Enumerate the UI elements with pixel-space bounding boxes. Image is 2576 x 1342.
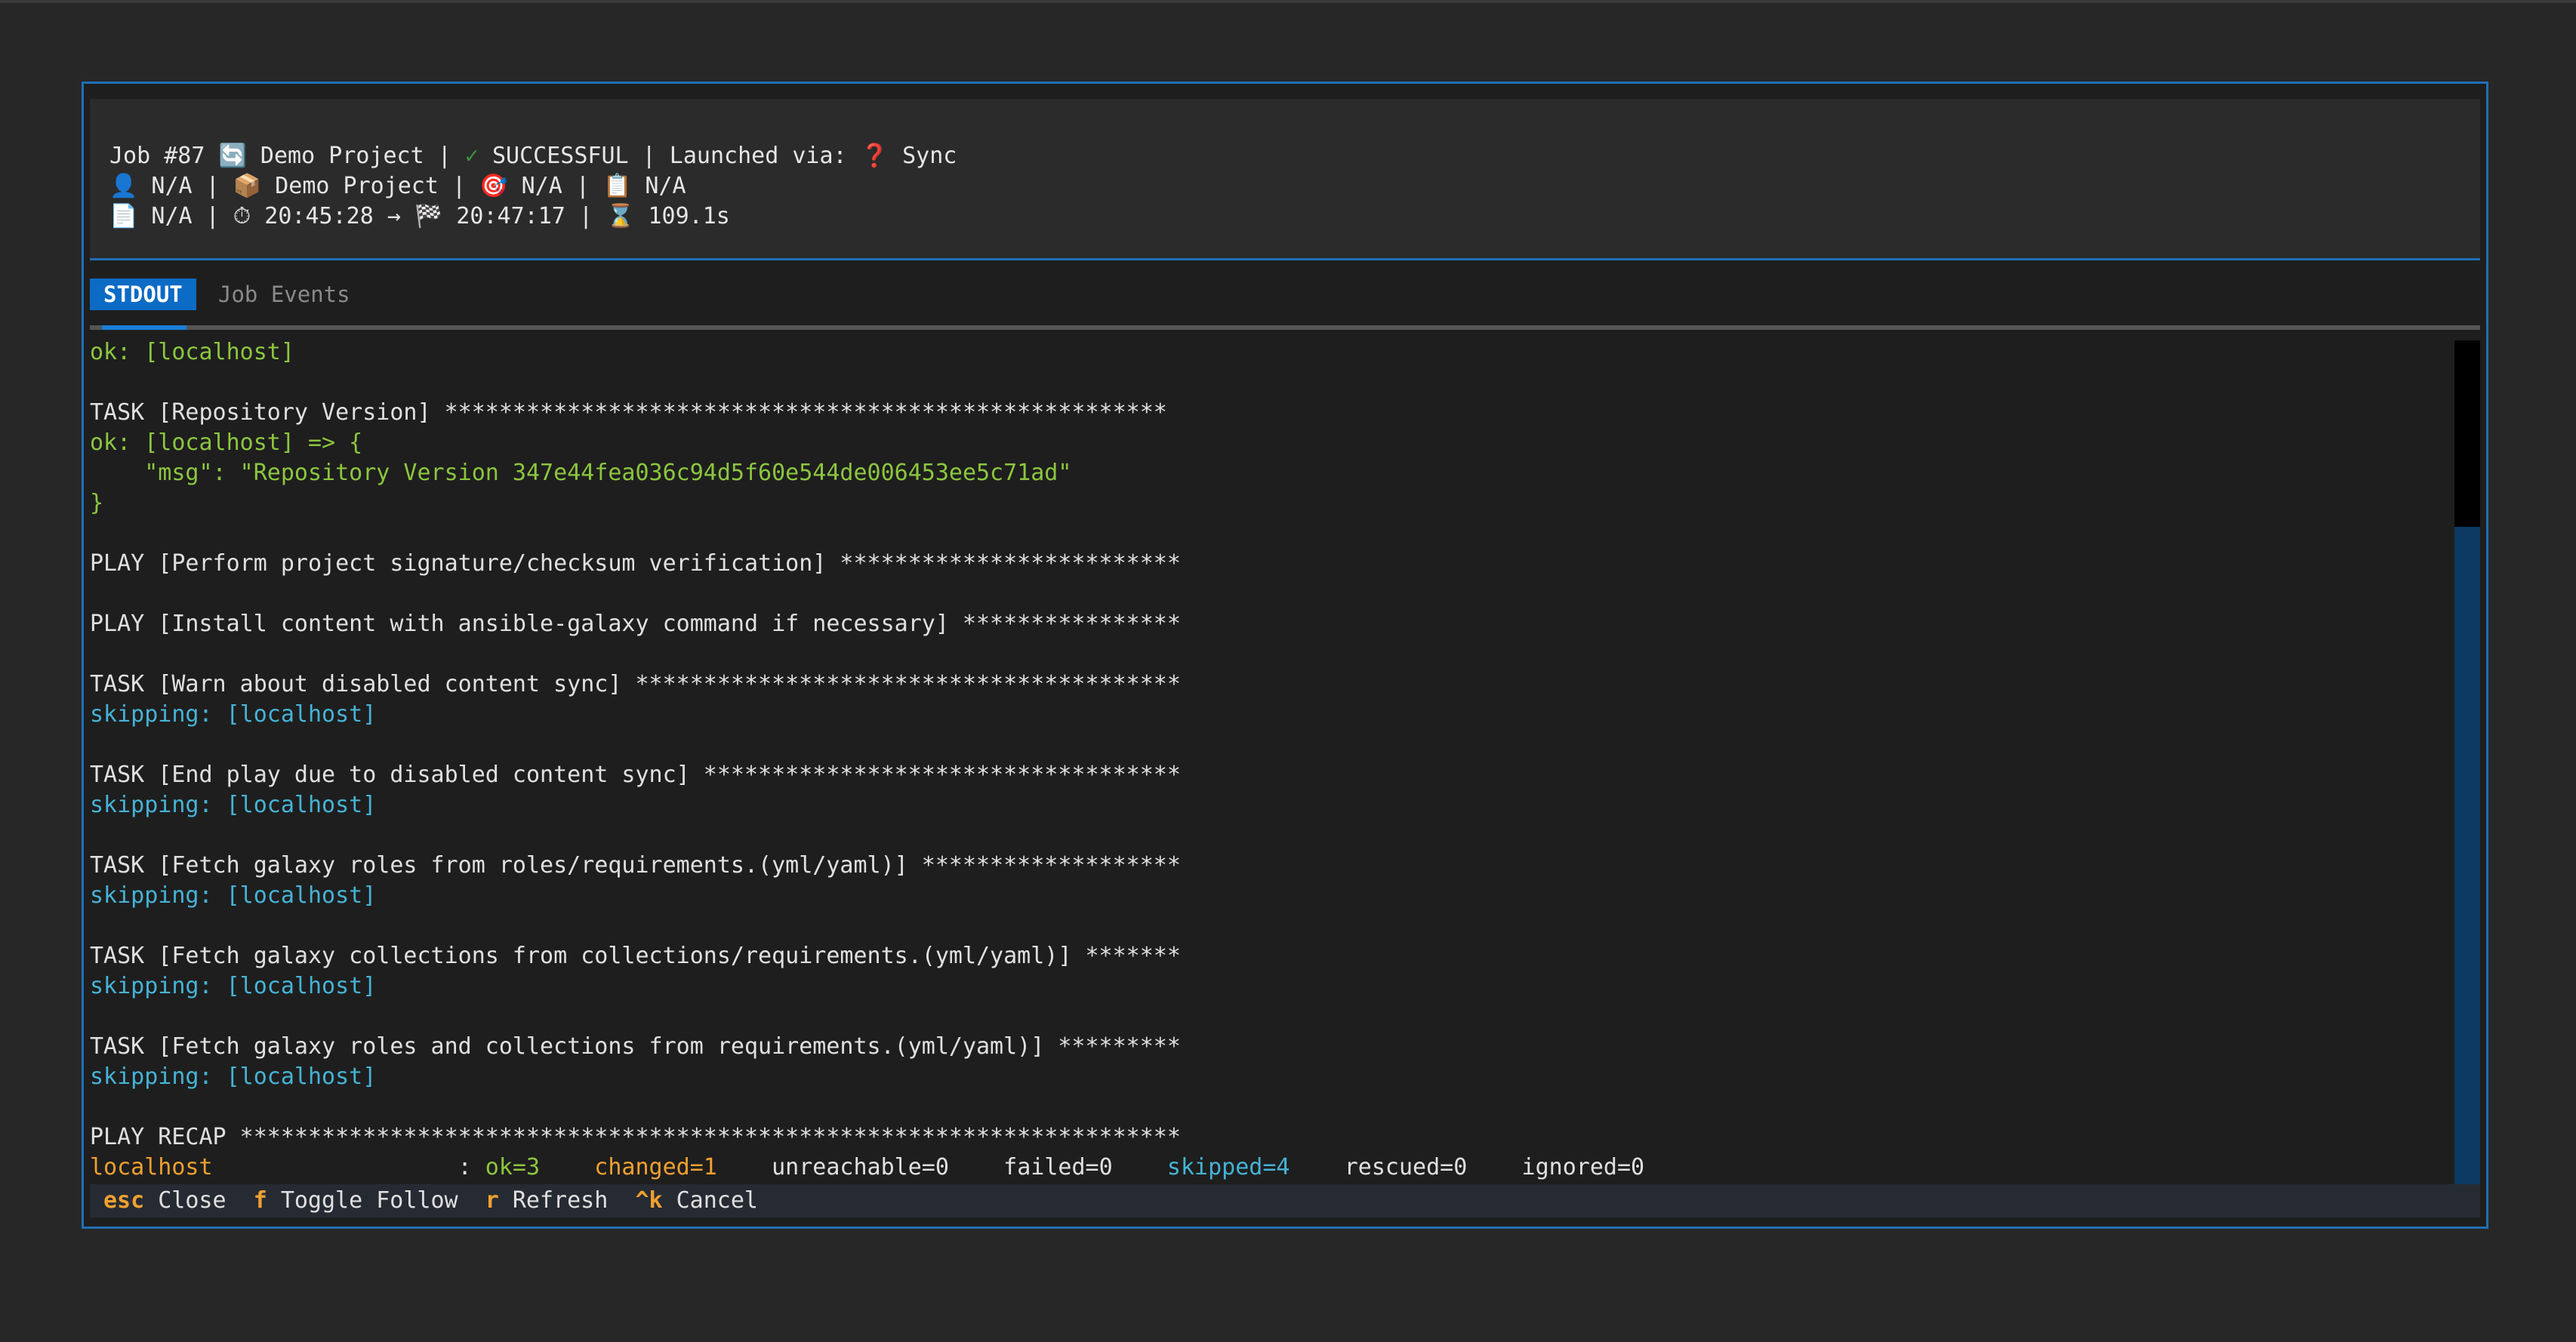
log-line: skipping: [localhost]: [90, 973, 377, 999]
log-line: TASK [End play due to disabled content s…: [90, 762, 1181, 788]
log-line: skipping: [localhost]: [90, 701, 377, 728]
log-line: skipping: [localhost]: [90, 882, 377, 909]
log-line: ok: [localhost]: [90, 339, 294, 365]
separator: |: [437, 143, 451, 169]
separator: |: [578, 203, 593, 229]
clipboard-icon: 📋: [602, 173, 632, 199]
document-icon: 📄: [109, 203, 138, 229]
log-line: TASK [Warn about disabled content sync] …: [90, 671, 1181, 697]
sync-icon: 🔄: [218, 143, 247, 169]
separator: |: [642, 143, 656, 169]
separator: |: [575, 173, 590, 199]
user-icon: 👤: [109, 173, 138, 199]
recap-host: localhost: [90, 1154, 213, 1180]
launch-type: Sync: [902, 143, 957, 169]
package-icon: 📦: [233, 173, 262, 199]
recap-ignored: ignored=0: [1521, 1154, 1645, 1180]
recap-ok: ok=3: [485, 1154, 541, 1180]
refresh-button[interactable]: Refresh: [513, 1187, 608, 1214]
recap-rescued: rescued=0: [1344, 1154, 1468, 1180]
recap-colon: :: [458, 1154, 485, 1180]
job-output-modal: Job #87 🔄 Demo Project | ✓ SUCCESSFUL | …: [82, 82, 2488, 1229]
job-inventory: Demo Project: [275, 173, 439, 199]
log-line: skipping: [localhost]: [90, 1063, 377, 1090]
log-scrollbar[interactable]: [2454, 340, 2480, 1189]
job-file: N/A: [151, 203, 193, 229]
recap-failed: failed=0: [1003, 1154, 1113, 1180]
job-duration: 109.1s: [648, 203, 730, 229]
separator: |: [205, 173, 220, 199]
job-id: Job #87: [109, 143, 205, 169]
tab-stdout[interactable]: STDOUT: [90, 279, 196, 310]
separator: |: [452, 173, 467, 199]
log-line: "msg": "Repository Version 347e44fea036c…: [90, 460, 1072, 486]
log-line: PLAY [Install content with ansible-galax…: [90, 611, 1181, 637]
log-line: TASK [Repository Version] **************…: [90, 399, 1167, 426]
log-line: TASK [Fetch galaxy collections from coll…: [90, 943, 1181, 969]
launched-via-label: Launched via:: [669, 143, 847, 169]
check-icon: ✓: [464, 143, 479, 169]
cancel-button[interactable]: Cancel: [676, 1187, 758, 1214]
job-start-time: 20:45:28: [264, 203, 374, 229]
job-target: N/A: [521, 173, 562, 199]
log-line: TASK [Fetch galaxy roles and collections…: [90, 1033, 1181, 1060]
job-summary-line-1: Job #87 🔄 Demo Project | ✓ SUCCESSFUL | …: [109, 141, 2480, 171]
job-summary-line-2: 👤 N/A | 📦 Demo Project | 🎯 N/A | 📋 N/A: [109, 171, 2480, 202]
job-status: SUCCESSFUL: [491, 143, 629, 169]
key-hints-footer: esc Close f Toggle Follow r Refresh ^k C…: [90, 1184, 2480, 1217]
tab-job-events[interactable]: Job Events: [205, 279, 364, 310]
log-line: PLAY [Perform project signature/checksum…: [90, 550, 1181, 577]
stdout-log[interactable]: ok: [localhost] TASK [Repository Version…: [90, 337, 2453, 1264]
output-tabs: STDOUT Job Events: [90, 279, 2480, 330]
log-line: }: [90, 490, 104, 516]
close-key: esc: [103, 1187, 145, 1214]
recap-skipped: skipped=4: [1166, 1154, 1290, 1180]
log-line: TASK [Fetch galaxy roles from roles/requ…: [90, 852, 1181, 879]
cancel-key: ^k: [635, 1187, 663, 1214]
job-summary-header: Job #87 🔄 Demo Project | ✓ SUCCESSFUL | …: [90, 99, 2480, 260]
log-line: PLAY RECAP *****************************…: [90, 1124, 1181, 1150]
job-summary-line-3: 📄 N/A | ⏱ 20:45:28 → 🏁 20:47:17 | ⌛ 109.…: [109, 202, 2480, 232]
job-finish-time: 20:47:17: [456, 203, 565, 229]
close-button[interactable]: Close: [158, 1187, 226, 1214]
arrow-icon: →: [387, 203, 401, 229]
recap-changed: changed=1: [594, 1154, 717, 1180]
log-line: ok: [localhost] => {: [90, 429, 363, 456]
hourglass-icon: ⌛: [606, 203, 635, 229]
terminal-window: Job #87 🔄 Demo Project | ✓ SUCCESSFUL | …: [0, 0, 2576, 1342]
job-template: N/A: [645, 173, 686, 199]
log-line: skipping: [localhost]: [90, 792, 377, 818]
play-recap-line: localhost : ok=3 changed=1 unreachable=0…: [90, 1153, 2453, 1183]
tab-active-indicator: [102, 325, 186, 330]
toggle-follow-button[interactable]: Toggle Follow: [281, 1187, 458, 1214]
question-icon: ❓: [860, 143, 889, 169]
job-project: Demo Project: [260, 143, 424, 169]
job-user: N/A: [151, 173, 193, 199]
target-icon: 🎯: [479, 173, 508, 199]
tab-underline: [90, 325, 2480, 330]
follow-key: f: [253, 1187, 267, 1214]
refresh-key: r: [485, 1187, 499, 1214]
recap-unreachable: unreachable=0: [772, 1154, 949, 1180]
scrollbar-thumb[interactable]: [2454, 340, 2480, 527]
stopwatch-icon: ⏱: [233, 203, 251, 229]
separator: |: [205, 203, 220, 229]
finish-flag-icon: 🏁: [414, 203, 443, 229]
